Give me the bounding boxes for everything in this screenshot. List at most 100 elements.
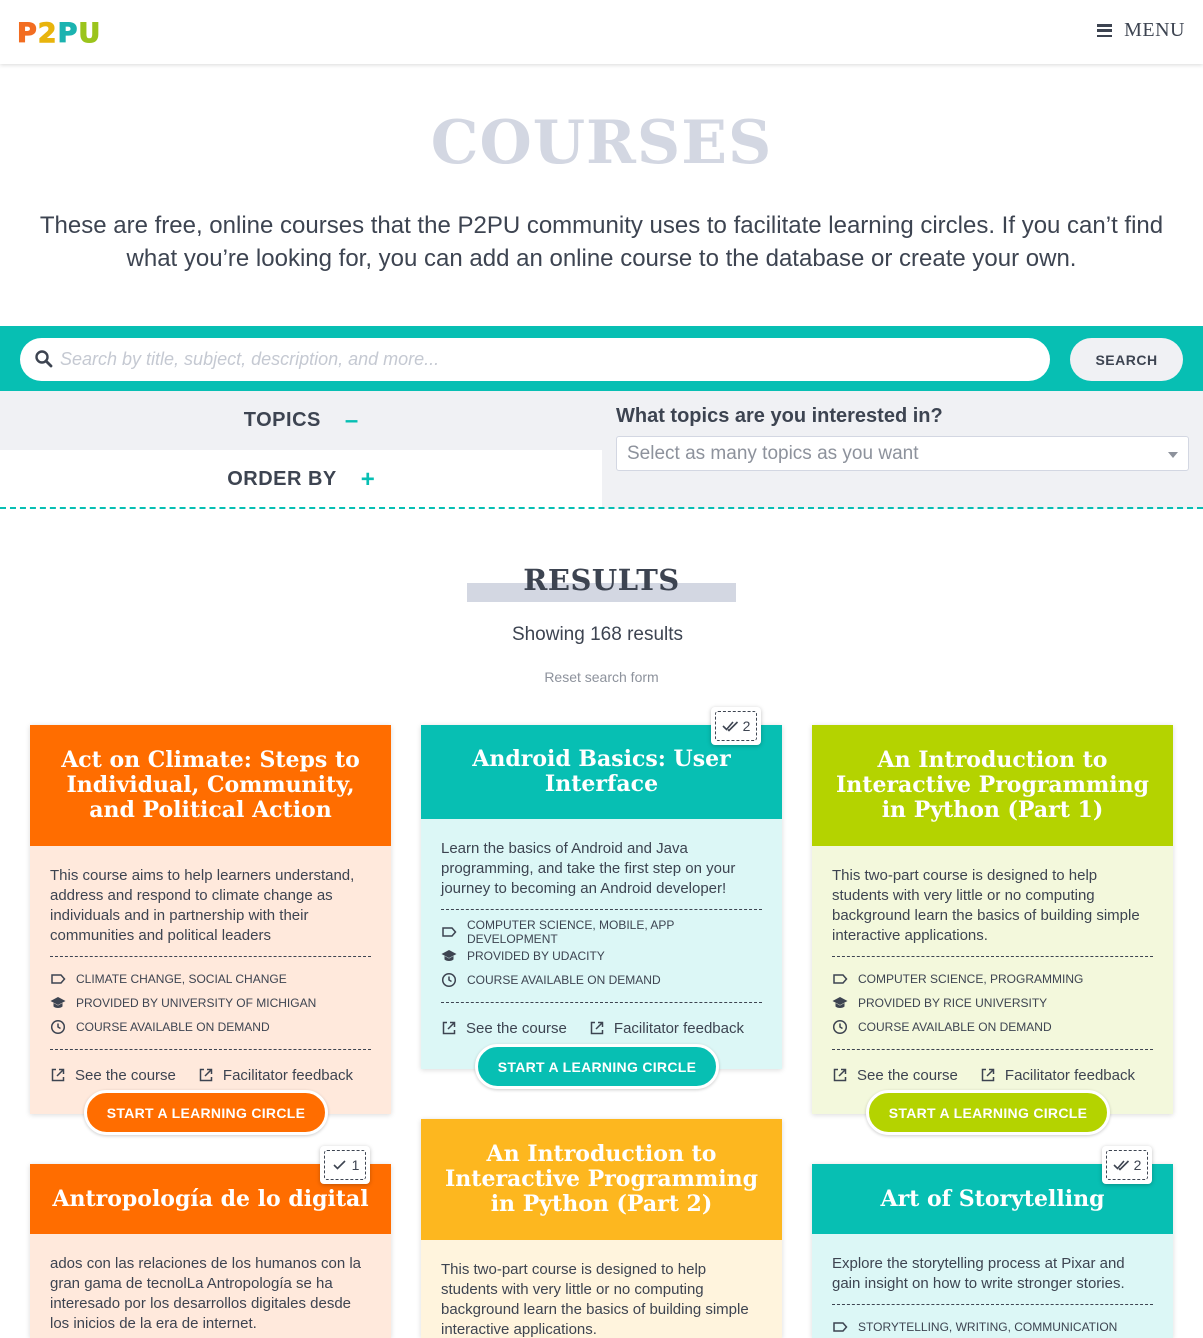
course-provider-text: PROVIDED BY RICE UNIVERSITY xyxy=(858,996,1048,1010)
divider xyxy=(441,1002,762,1003)
course-card-body: Learn the basics of Android and Java pro… xyxy=(421,819,782,1069)
course-title[interactable]: An Introduction to Interactive Programmi… xyxy=(421,1119,782,1240)
tab-topics-label: TOPICS xyxy=(243,409,321,431)
course-links: See the course Facilitator feedback xyxy=(50,1060,371,1090)
topics-question: What topics are you interested in? xyxy=(616,405,943,427)
caret-down-icon xyxy=(1168,452,1178,458)
facilitator-feedback-link[interactable]: Facilitator feedback xyxy=(980,1067,1135,1084)
results-heading: RESULTS xyxy=(467,563,736,603)
search-icon xyxy=(35,350,53,368)
tag-icon xyxy=(833,974,848,984)
see-course-label: See the course xyxy=(857,1066,958,1084)
intro-text: These are free, online courses that the … xyxy=(39,212,1164,272)
topics-select-placeholder: Select as many topics as you want xyxy=(627,443,919,464)
course-card-body: ados con las relaciones de los humanos c… xyxy=(30,1234,391,1338)
course-description: This two-part course is designed to help… xyxy=(832,867,1140,944)
expand-icon: + xyxy=(360,465,375,493)
filter-tabs: TOPICS – ORDER BY + xyxy=(0,391,602,509)
divider xyxy=(50,1049,371,1050)
course-provider: PROVIDED BY UNIVERSITY OF MICHIGAN xyxy=(50,991,371,1015)
course-provider-text: PROVIDED BY UNIVERSITY OF MICHIGAN xyxy=(76,996,317,1010)
search-button[interactable]: SEARCH xyxy=(1070,338,1183,381)
tab-topics[interactable]: TOPICS – xyxy=(0,391,602,450)
start-learning-circle-button[interactable]: START A LEARNING CIRCLE xyxy=(475,1044,719,1089)
external-link-icon xyxy=(51,1068,65,1082)
graduation-cap-icon xyxy=(832,997,848,1008)
divider xyxy=(832,1304,1153,1305)
see-course-label: See the course xyxy=(466,1019,567,1037)
clock-icon xyxy=(832,1019,848,1035)
clock-icon xyxy=(441,972,457,988)
results-title: RESULTS xyxy=(523,563,680,597)
course-description: Learn the basics of Android and Java pro… xyxy=(441,840,736,897)
logo-letter: 2 xyxy=(37,18,58,50)
course-card: An Introduction to Interactive Programmi… xyxy=(812,725,1173,1114)
tab-order-by[interactable]: ORDER BY + xyxy=(0,450,602,509)
facilitator-feedback-link[interactable]: Facilitator feedback xyxy=(589,1020,744,1037)
course-card-body: This two-part course is designed to help… xyxy=(812,846,1173,1114)
see-course-label: See the course xyxy=(75,1066,176,1084)
learning-circles-badge: 2 xyxy=(711,707,761,745)
course-topics-text: COMPUTER SCIENCE, PROGRAMMING xyxy=(858,972,1084,986)
course-topics-text: STORYTELLING, WRITING, COMMUNICATION xyxy=(858,1320,1118,1334)
see-course-link[interactable]: See the course xyxy=(832,1067,958,1084)
section-divider xyxy=(0,507,1203,509)
external-link-icon xyxy=(833,1068,847,1082)
top-navigation-bar: P2PU MENU xyxy=(0,0,1203,64)
course-provider-text: PROVIDED BY UDACITY xyxy=(467,949,605,963)
course-availability-text: COURSE AVAILABLE ON DEMAND xyxy=(467,973,661,987)
course-card-body: This two-part course is designed to help… xyxy=(421,1240,782,1338)
menu-button[interactable]: MENU xyxy=(1097,19,1185,42)
badge-count: 2 xyxy=(742,718,751,734)
tag-icon xyxy=(51,974,66,984)
see-course-link[interactable]: See the course xyxy=(441,1020,567,1037)
start-learning-circle-button[interactable]: START A LEARNING CIRCLE xyxy=(84,1090,328,1135)
course-title[interactable]: Act on Climate: Steps to Individual, Com… xyxy=(30,725,391,846)
topics-filter-panel: What topics are you interested in? Selec… xyxy=(602,391,1203,509)
course-topics: CLIMATE CHANGE, SOCIAL CHANGE xyxy=(50,967,371,991)
course-title[interactable]: An Introduction to Interactive Programmi… xyxy=(812,725,1173,846)
divider xyxy=(832,956,1153,957)
external-link-icon xyxy=(199,1068,213,1082)
facilitator-feedback-link[interactable]: Facilitator feedback xyxy=(198,1067,353,1084)
search-band: SEARCH xyxy=(0,326,1203,391)
course-topics: COMPUTER SCIENCE, PROGRAMMING xyxy=(832,967,1153,991)
reset-search-link[interactable]: Reset search form xyxy=(0,669,1203,685)
results-count: Showing 168 results xyxy=(511,624,684,645)
course-availability-text: COURSE AVAILABLE ON DEMAND xyxy=(858,1020,1052,1034)
tab-order-by-label: ORDER BY xyxy=(227,468,337,490)
external-link-icon xyxy=(442,1021,456,1035)
divider xyxy=(441,909,762,910)
course-topics: COMPUTER SCIENCE, MOBILE, APP DEVELOPMEN… xyxy=(441,918,762,946)
check-icon xyxy=(333,1160,346,1170)
tag-icon xyxy=(442,927,457,937)
course-availability: COURSE AVAILABLE ON DEMAND xyxy=(50,1015,371,1039)
course-topics: STORYTELLING, WRITING, COMMUNICATION xyxy=(832,1315,1153,1338)
start-learning-circle-button[interactable]: START A LEARNING CIRCLE xyxy=(866,1090,1110,1135)
course-availability: COURSE AVAILABLE ON DEMAND xyxy=(441,968,762,992)
course-availability-text: COURSE AVAILABLE ON DEMAND xyxy=(76,1020,270,1034)
topics-select[interactable]: Select as many topics as you want xyxy=(616,436,1189,471)
course-card: Act on Climate: Steps to Individual, Com… xyxy=(30,725,391,1114)
logo-letter: U xyxy=(78,18,102,50)
search-input[interactable] xyxy=(60,338,1030,381)
course-description: Explore the storytelling process at Pixa… xyxy=(832,1255,1125,1292)
course-card: An Introduction to Interactive Programmi… xyxy=(421,1119,782,1338)
course-provider: PROVIDED BY UDACITY xyxy=(441,944,762,968)
badge-count: 1 xyxy=(351,1157,360,1173)
see-course-link[interactable]: See the course xyxy=(50,1067,176,1084)
menu-label: MENU xyxy=(1124,19,1185,41)
page-title: COURSES xyxy=(430,108,773,178)
learning-circles-badge: 1 xyxy=(320,1146,370,1184)
course-links: See the course Facilitator feedback xyxy=(441,1013,762,1043)
course-description: This two-part course is designed to help… xyxy=(441,1261,749,1338)
course-card: Antropología de lo digital ados con las … xyxy=(30,1164,391,1338)
facilitator-feedback-label: Facilitator feedback xyxy=(1004,1066,1135,1084)
facilitator-feedback-label: Facilitator feedback xyxy=(222,1066,353,1084)
p2pu-logo[interactable]: P2PU xyxy=(17,18,102,50)
course-topics-text: CLIMATE CHANGE, SOCIAL CHANGE xyxy=(76,972,287,986)
course-card-body: This course aims to help learners unders… xyxy=(30,846,391,1114)
graduation-cap-icon xyxy=(50,997,66,1008)
course-description: This course aims to help learners unders… xyxy=(50,867,355,944)
course-card: Art of Storytelling Explore the storytel… xyxy=(812,1164,1173,1338)
